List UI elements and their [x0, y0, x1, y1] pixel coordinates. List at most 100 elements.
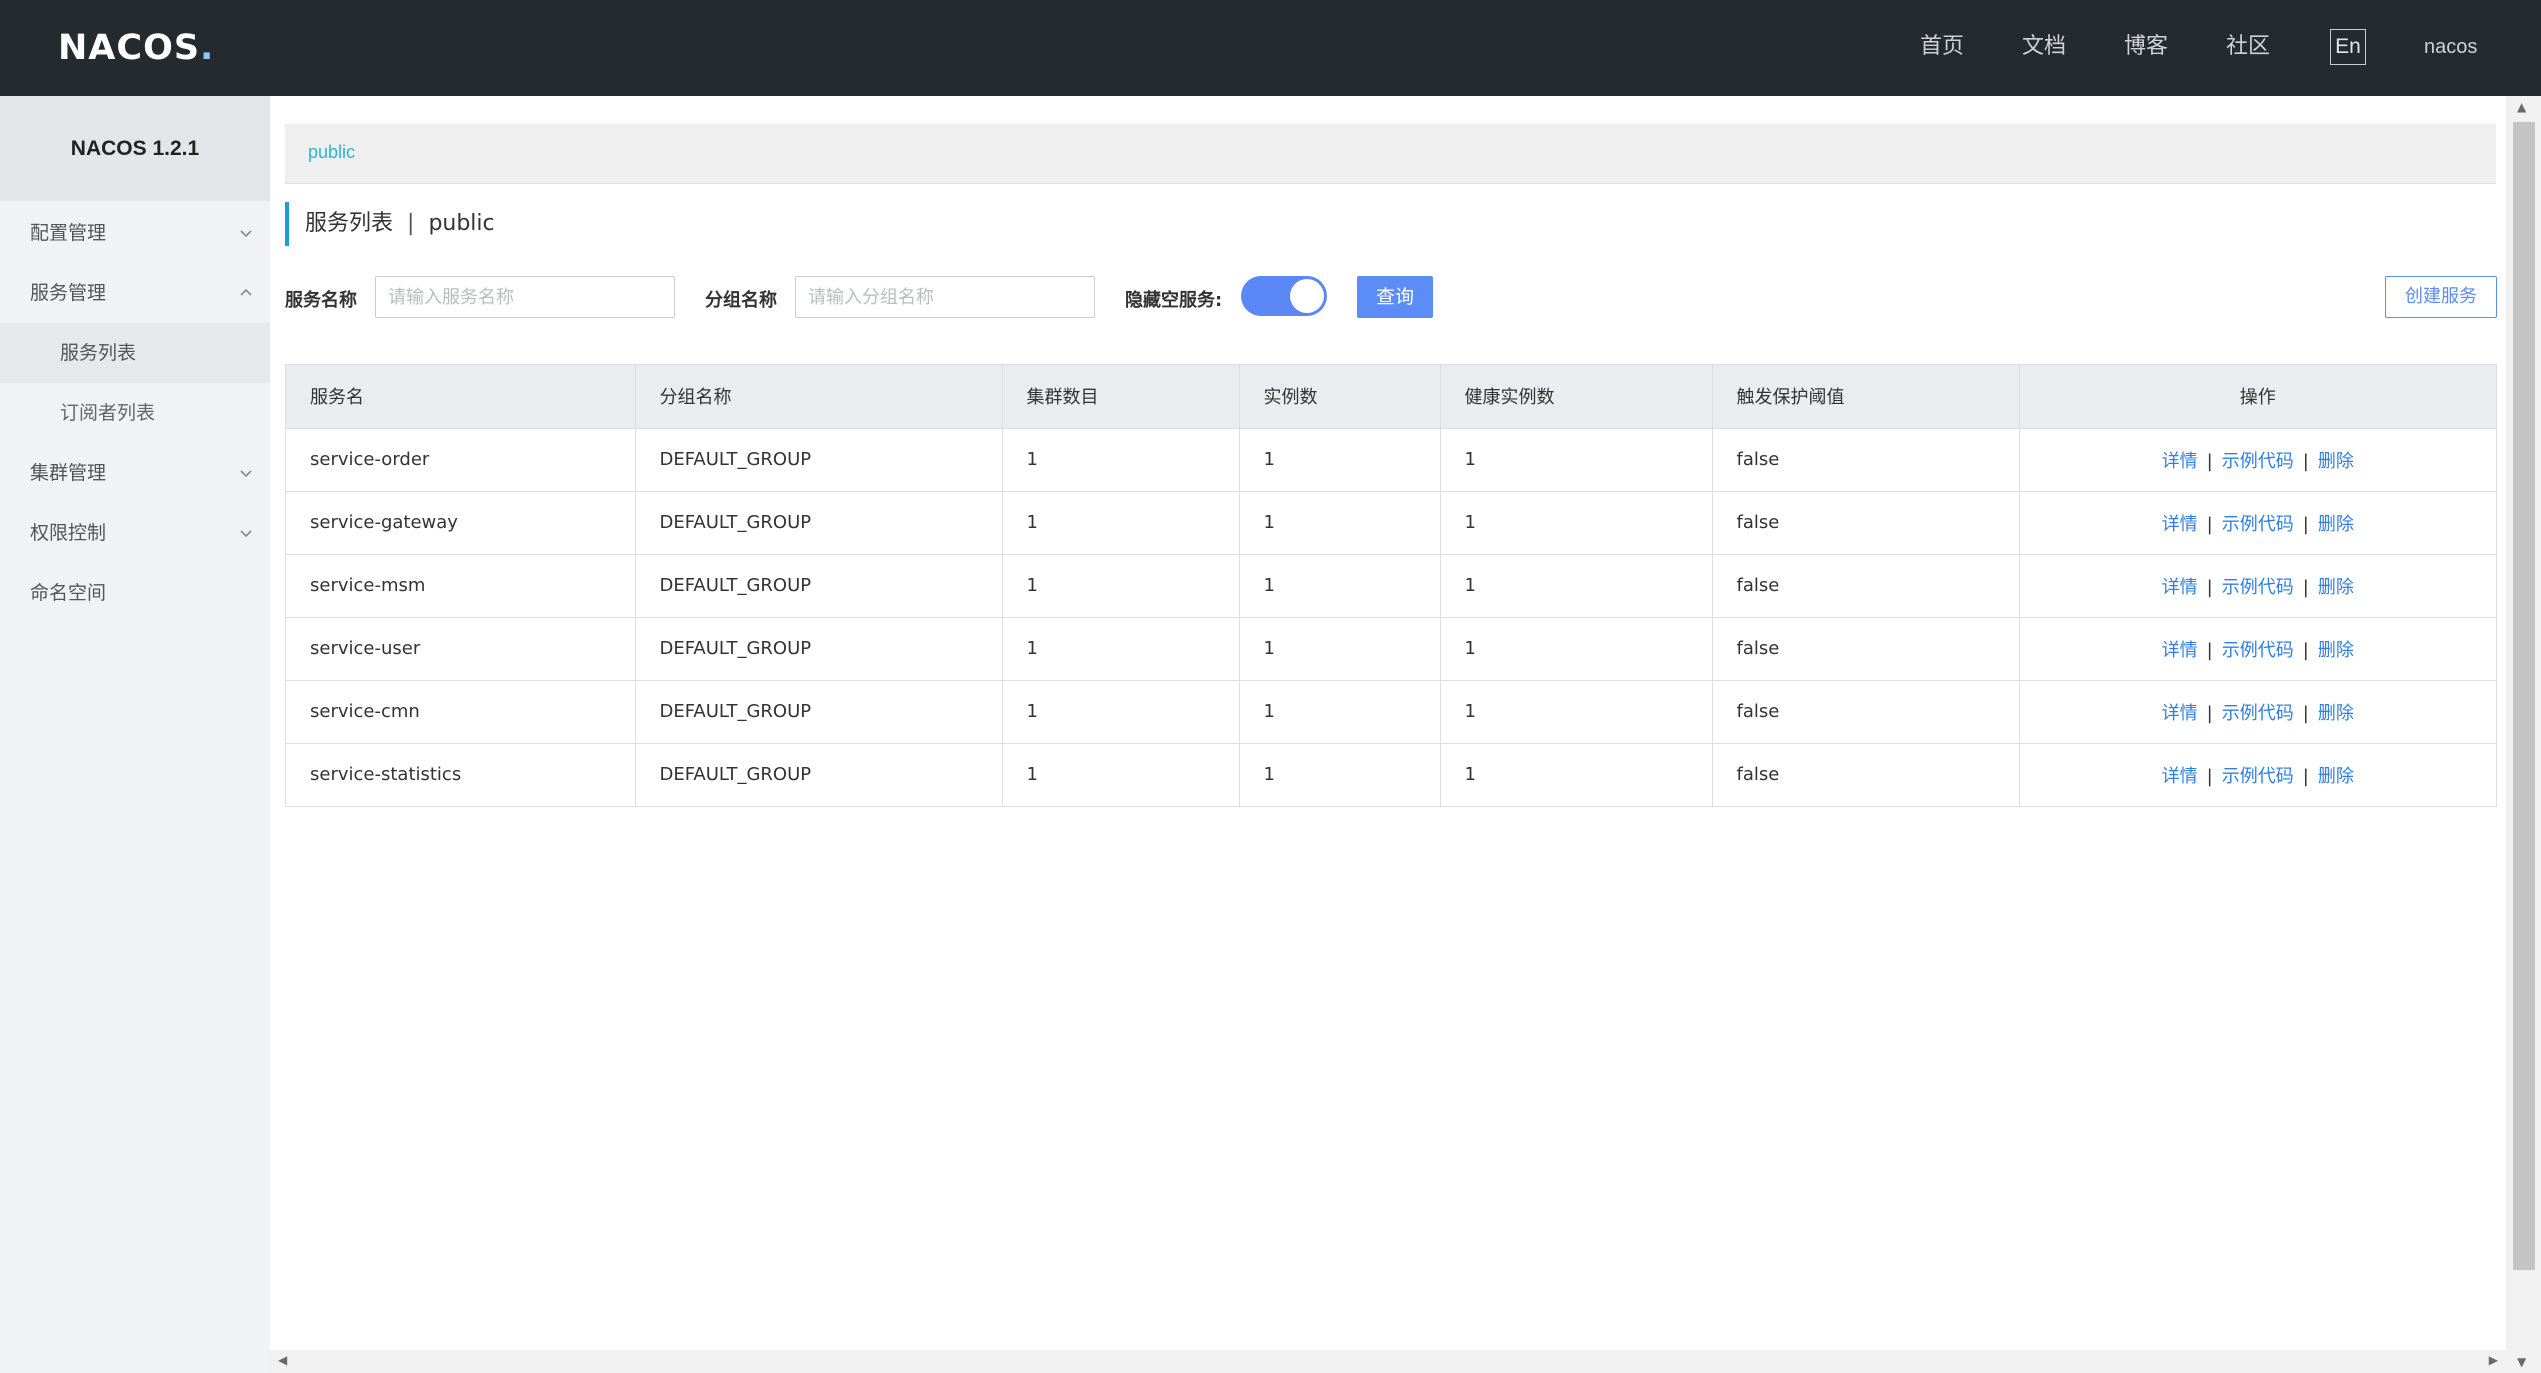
cell-protect-threshold: false: [1712, 617, 2020, 681]
cell-actions: 详情 | 示例代码 | 删除: [2019, 428, 2496, 492]
main-content: public 服务列表 | public 服务名称 分组名称 隐藏空服务: 查询 创…: [270, 96, 2506, 1350]
namespace-bar: public: [285, 124, 2496, 184]
sidebar-item-cluster-management[interactable]: 集群管理: [0, 443, 270, 503]
service-name-input[interactable]: [375, 276, 675, 318]
sidebar-item-label: 订阅者列表: [60, 402, 156, 424]
action-separator: |: [2206, 765, 2213, 787]
sample-code-link[interactable]: 示例代码: [2222, 766, 2294, 787]
action-separator: |: [2206, 450, 2213, 472]
column-header-healthy-instance-count: 健康实例数: [1440, 365, 1713, 429]
action-separator: |: [2206, 639, 2213, 661]
column-header-instance-count: 实例数: [1239, 365, 1441, 429]
action-separator: |: [2302, 450, 2309, 472]
delete-link[interactable]: 删除: [2318, 577, 2354, 598]
cell-service-name: service-user: [286, 617, 636, 681]
delete-link[interactable]: 删除: [2318, 703, 2354, 724]
delete-link[interactable]: 删除: [2318, 514, 2354, 535]
scroll-right-arrow-icon[interactable]: ▶: [2489, 1353, 2498, 1367]
horizontal-scrollbar[interactable]: ◀ ▶: [270, 1350, 2506, 1373]
page-title-text: 服务列表: [305, 211, 394, 236]
table-row: service-msm DEFAULT_GROUP 1 1 1 false 详情 | 示例代码 |…: [286, 554, 2496, 618]
sample-code-link[interactable]: 示例代码: [2222, 703, 2294, 724]
sidebar-item-namespace[interactable]: 命名空间: [0, 563, 270, 623]
page-title-namespace: public: [428, 211, 495, 236]
detail-link[interactable]: 详情: [2162, 514, 2198, 535]
detail-link[interactable]: 详情: [2162, 640, 2198, 661]
cell-group-name: DEFAULT_GROUP: [635, 554, 1003, 618]
cell-service-name: service-msm: [286, 554, 636, 618]
cell-instance-count: 1: [1239, 554, 1441, 618]
version-label: NACOS 1.2.1: [0, 96, 270, 201]
delete-link[interactable]: 删除: [2318, 451, 2354, 472]
delete-link[interactable]: 删除: [2318, 766, 2354, 787]
sidebar-item-label: 权限控制: [30, 522, 107, 544]
scroll-down-arrow-icon[interactable]: ▼: [2517, 1355, 2526, 1369]
action-separator: |: [2302, 702, 2309, 724]
table-row: service-order DEFAULT_GROUP 1 1 1 false 详情 | 示例代…: [286, 428, 2496, 492]
cell-instance-count: 1: [1239, 491, 1441, 555]
cell-service-name: service-gateway: [286, 491, 636, 555]
detail-link[interactable]: 详情: [2162, 451, 2198, 472]
cell-service-name: service-statistics: [286, 743, 636, 806]
scroll-up-arrow-icon[interactable]: ▲: [2517, 100, 2526, 114]
cell-cluster-count: 1: [1002, 491, 1240, 555]
hide-empty-services-toggle[interactable]: [1241, 276, 1327, 316]
table-row: service-statistics DEFAULT_GROUP 1 1 1 false 详…: [286, 743, 2496, 806]
cell-instance-count: 1: [1239, 617, 1441, 681]
cell-instance-count: 1: [1239, 743, 1441, 806]
group-name-input[interactable]: [795, 276, 1095, 318]
sidebar-item-access-control[interactable]: 权限控制: [0, 503, 270, 563]
title-separator: |: [407, 211, 415, 236]
vertical-scrollbar[interactable]: ▲ ▼: [2506, 96, 2541, 1373]
create-service-button[interactable]: 创建服务: [2385, 276, 2497, 318]
sample-code-link[interactable]: 示例代码: [2222, 640, 2294, 661]
cell-protect-threshold: false: [1712, 743, 2020, 806]
column-header-service-name: 服务名: [286, 365, 636, 429]
cell-cluster-count: 1: [1002, 743, 1240, 806]
sidebar-item-subscriber-list[interactable]: 订阅者列表: [0, 383, 270, 443]
sample-code-link[interactable]: 示例代码: [2222, 577, 2294, 598]
cell-cluster-count: 1: [1002, 428, 1240, 492]
sample-code-link[interactable]: 示例代码: [2222, 514, 2294, 535]
nav-community[interactable]: 社区: [2226, 31, 2270, 63]
nacos-logo[interactable]: NACOS.: [58, 24, 214, 72]
cell-healthy-count: 1: [1440, 743, 1713, 806]
scroll-left-arrow-icon[interactable]: ◀: [278, 1353, 287, 1367]
nav-blog[interactable]: 博客: [2124, 31, 2168, 63]
cell-actions: 详情 | 示例代码 | 删除: [2019, 491, 2496, 555]
cell-instance-count: 1: [1239, 428, 1441, 492]
query-button[interactable]: 查询: [1357, 276, 1433, 318]
language-toggle-button[interactable]: En: [2330, 29, 2366, 65]
cell-actions: 详情 | 示例代码 | 删除: [2019, 680, 2496, 744]
table-row: service-user DEFAULT_GROUP 1 1 1 false 详情 | 示例代码…: [286, 617, 2496, 681]
detail-link[interactable]: 详情: [2162, 577, 2198, 598]
sidebar-item-service-list[interactable]: 服务列表: [0, 323, 270, 383]
namespace-tab-public[interactable]: public: [308, 142, 355, 163]
cell-healthy-count: 1: [1440, 428, 1713, 492]
detail-link[interactable]: 详情: [2162, 766, 2198, 787]
action-separator: |: [2206, 513, 2213, 535]
cell-group-name: DEFAULT_GROUP: [635, 743, 1003, 806]
nav-docs[interactable]: 文档: [2022, 31, 2066, 63]
cell-healthy-count: 1: [1440, 554, 1713, 618]
table-header-row: 服务名 分组名称 集群数目 实例数 健康实例数 触发保护阈值 操作: [286, 365, 2496, 429]
sidebar-item-service-management[interactable]: 服务管理: [0, 263, 270, 323]
delete-link[interactable]: 删除: [2318, 640, 2354, 661]
service-name-label: 服务名称: [285, 290, 357, 311]
cell-group-name: DEFAULT_GROUP: [635, 617, 1003, 681]
user-menu[interactable]: nacos: [2424, 31, 2477, 63]
vertical-scroll-thumb[interactable]: [2513, 122, 2535, 1270]
sidebar: NACOS 1.2.1 配置管理 服务管理 服务列表 订阅者列表 集群管理 权限…: [0, 96, 270, 1373]
cell-protect-threshold: false: [1712, 428, 2020, 492]
logo-text: NACOS: [58, 28, 201, 68]
logo-dot: .: [200, 28, 215, 68]
nav-home[interactable]: 首页: [1920, 31, 1964, 63]
detail-link[interactable]: 详情: [2162, 703, 2198, 724]
cell-protect-threshold: false: [1712, 554, 2020, 618]
sample-code-link[interactable]: 示例代码: [2222, 451, 2294, 472]
sidebar-item-config-management[interactable]: 配置管理: [0, 203, 270, 263]
cell-actions: 详情 | 示例代码 | 删除: [2019, 554, 2496, 618]
cell-actions: 详情 | 示例代码 | 删除: [2019, 617, 2496, 681]
action-separator: |: [2206, 576, 2213, 598]
cell-healthy-count: 1: [1440, 680, 1713, 744]
